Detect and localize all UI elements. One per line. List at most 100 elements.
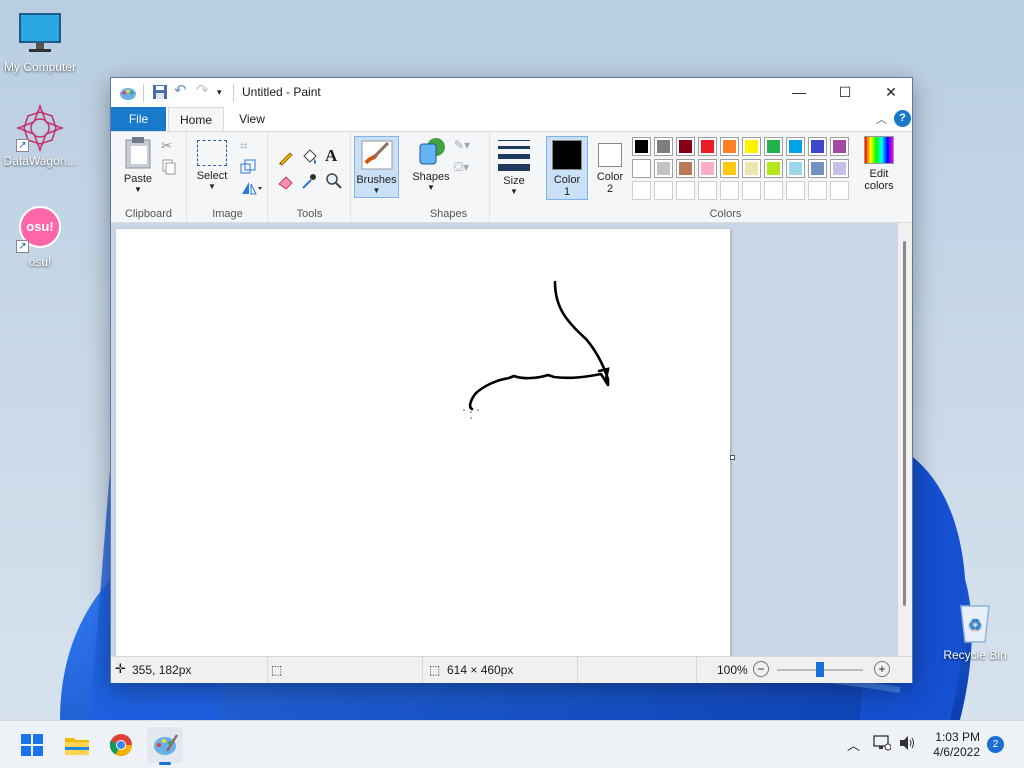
osu-logo-icon: osu! ↗ (16, 205, 64, 253)
pencil-icon[interactable] (277, 148, 295, 166)
minimize-button[interactable]: — (776, 78, 822, 107)
crop-icon[interactable]: ⌗ (240, 138, 258, 156)
zoom-slider[interactable] (777, 662, 863, 677)
drawing-canvas[interactable] (116, 229, 730, 657)
custom-color-slot[interactable] (698, 181, 717, 200)
paint-taskbar-button[interactable] (147, 727, 183, 765)
palette-swatch[interactable] (830, 159, 849, 178)
show-hidden-icons-button[interactable]: ︿ (847, 735, 860, 754)
brushes-button[interactable]: Brushes ▼ (354, 136, 399, 198)
palette-swatch[interactable] (742, 137, 761, 156)
palette-swatch[interactable] (720, 159, 739, 178)
custom-color-slot[interactable] (654, 181, 673, 200)
palette-swatch[interactable] (764, 137, 783, 156)
brush-stroke (463, 280, 610, 419)
palette-swatch[interactable] (786, 159, 805, 178)
network-icon[interactable] (873, 735, 892, 754)
canvas-size: 614 × 460px (447, 663, 514, 677)
separator (422, 657, 423, 683)
palette-swatch[interactable] (764, 159, 783, 178)
palette-swatch[interactable] (632, 159, 651, 178)
palette-swatch[interactable] (676, 159, 695, 178)
palette-swatch[interactable] (720, 137, 739, 156)
start-button[interactable] (14, 727, 50, 763)
fill-bucket-icon[interactable] (300, 148, 318, 166)
zoom-in-icon[interactable]: + (874, 661, 890, 677)
tab-file[interactable]: File (111, 107, 166, 131)
desktop-icon-datawagon[interactable]: ↗ DataWagon... (0, 103, 80, 168)
scrollbar-thumb[interactable] (903, 241, 906, 606)
title-bar[interactable]: ↶ ↷ ▾ Untitled - Paint — ☐ ✕ (111, 78, 912, 107)
palette-swatch[interactable] (808, 137, 827, 156)
collapse-ribbon-icon[interactable]: ︿ (876, 111, 887, 127)
paste-button[interactable]: Paste ▼ (119, 136, 157, 194)
notification-badge[interactable]: 2 (987, 736, 1004, 753)
palette-swatch[interactable] (654, 137, 673, 156)
palette-swatch[interactable] (676, 137, 695, 156)
desktop-icon-osu[interactable]: osu! ↗ osu! (0, 205, 80, 269)
resize-icon[interactable] (240, 159, 258, 177)
palette-swatch[interactable] (698, 159, 717, 178)
custom-color-slot[interactable] (786, 181, 805, 200)
copy-icon[interactable] (161, 159, 179, 177)
edit-colors-button[interactable]: Edit colors (857, 136, 901, 192)
volume-icon[interactable] (898, 735, 916, 754)
color-picker-icon[interactable] (300, 172, 318, 190)
size-button[interactable]: Size ▼ (495, 136, 533, 196)
desktop-icon-recycle-bin[interactable]: ♻ Recycle Bin (935, 598, 1015, 662)
shape-fill-icon[interactable]: ⛋▾ (454, 160, 480, 178)
outline-icon[interactable]: ✎▾ (454, 138, 480, 156)
undo-icon[interactable]: ↶ (174, 81, 190, 99)
custom-color-slot[interactable] (742, 181, 761, 200)
palette-swatch[interactable] (808, 159, 827, 178)
redo-icon[interactable]: ↷ (196, 81, 212, 99)
rotate-icon[interactable] (240, 180, 264, 198)
desktop-icon-label: DataWagon... (3, 154, 77, 168)
text-tool-icon[interactable]: A (325, 146, 343, 165)
save-icon[interactable] (152, 84, 168, 102)
shapes-label: Shapes (412, 171, 450, 183)
palette-swatch[interactable] (698, 137, 717, 156)
customize-qa-icon[interactable]: ▾ (217, 87, 227, 105)
zoom-level: 100% (717, 663, 748, 677)
palette-swatch[interactable] (632, 137, 651, 156)
maximize-button[interactable]: ☐ (822, 78, 868, 107)
separator (267, 657, 268, 683)
shapes-button[interactable]: Shapes ▼ (410, 136, 452, 192)
vertical-scrollbar[interactable] (898, 223, 912, 656)
custom-color-slot[interactable] (808, 181, 827, 200)
custom-color-slot[interactable] (830, 181, 849, 200)
eraser-icon[interactable] (277, 172, 295, 190)
custom-color-slot[interactable] (764, 181, 783, 200)
custom-color-slot[interactable] (676, 181, 695, 200)
palette-swatch[interactable] (742, 159, 761, 178)
close-button[interactable]: ✕ (868, 78, 914, 107)
color1-button[interactable]: Color 1 (546, 136, 588, 200)
clock[interactable]: 1:03 PM 4/6/2022 (922, 730, 980, 760)
select-button[interactable]: Select ▼ (192, 136, 232, 191)
chrome-button[interactable] (103, 727, 139, 763)
zoom-slider-thumb[interactable] (816, 662, 824, 677)
zoom-out-icon[interactable]: − (753, 661, 769, 677)
help-icon[interactable]: ? (894, 110, 911, 127)
shortcut-arrow-icon: ↗ (16, 139, 29, 152)
group-clipboard: Paste ▼ ✂ Clipboard (111, 132, 187, 222)
file-explorer-button[interactable] (59, 727, 95, 763)
magnifier-icon[interactable] (325, 172, 343, 190)
chevron-down-icon: ▼ (427, 183, 435, 192)
custom-color-slot[interactable] (720, 181, 739, 200)
tab-home[interactable]: Home (168, 107, 224, 131)
palette-swatch[interactable] (786, 137, 805, 156)
color2-button[interactable]: Color 2 (590, 136, 630, 195)
selection-size-icon: ⬚ (271, 663, 283, 677)
desktop-icon-my-computer[interactable]: My Computer (0, 10, 80, 74)
custom-color-slot[interactable] (632, 181, 651, 200)
desktop-icon-label: My Computer (3, 60, 77, 74)
tab-view[interactable]: View (227, 107, 277, 131)
cut-icon[interactable]: ✂ (161, 138, 179, 156)
palette-swatch[interactable] (654, 159, 673, 178)
palette-swatch[interactable] (830, 137, 849, 156)
canvas-resize-handle[interactable] (730, 455, 735, 460)
paint-app-icon[interactable] (119, 84, 137, 102)
color1-swatch (552, 140, 582, 170)
